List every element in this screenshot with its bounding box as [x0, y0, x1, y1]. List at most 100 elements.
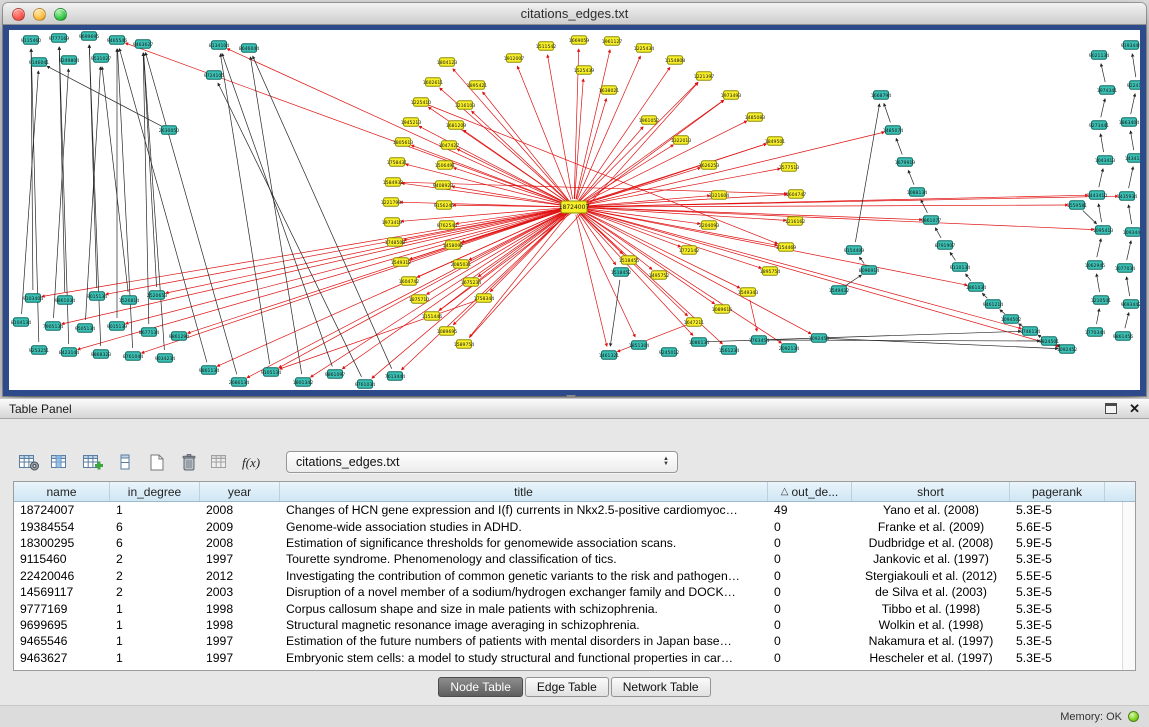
network-node[interactable]: 1559581: [1067, 201, 1088, 210]
tab-edge-table[interactable]: Edge Table: [525, 677, 609, 697]
network-node[interactable]: 9115460: [21, 36, 42, 45]
network-node[interactable]: 1062945: [1085, 261, 1106, 270]
column-header-title[interactable]: title: [280, 482, 768, 501]
network-node[interactable]: 1321604: [709, 191, 730, 200]
network-node[interactable]: 1443410: [1087, 191, 1108, 200]
network-node[interactable]: 9021134: [1089, 51, 1110, 60]
network-node[interactable]: 1961052: [639, 116, 660, 125]
network-node[interactable]: 1895421: [467, 81, 488, 90]
network-node[interactable]: 1435934: [1117, 192, 1138, 201]
network-node[interactable]: 9868323: [91, 350, 112, 359]
network-node[interactable]: 1549343: [738, 288, 759, 297]
network-node[interactable]: 9245012: [659, 348, 680, 357]
table-row[interactable]: 1830029562008Estimation of significance …: [14, 535, 1135, 551]
network-node[interactable]: 1804123: [437, 58, 458, 67]
network-node[interactable]: 1763454: [749, 336, 770, 345]
network-node[interactable]: 1526814: [119, 296, 140, 305]
network-node[interactable]: 9015134: [87, 292, 108, 301]
network-node[interactable]: 1088134: [907, 188, 928, 197]
network-node[interactable]: 1518455: [619, 256, 640, 264]
network-node[interactable]: 7905134: [43, 322, 64, 331]
table-row[interactable]: 946362711997Embryonic stem cells: a mode…: [14, 650, 1135, 666]
network-node[interactable]: 1077034: [1115, 264, 1136, 273]
network-node[interactable]: 1086134: [689, 338, 710, 347]
table-row[interactable]: 1456911722003Disruption of a novel membe…: [14, 584, 1135, 600]
network-node[interactable]: 1434134: [1125, 154, 1140, 163]
network-node[interactable]: 9249804: [59, 56, 80, 65]
network-node[interactable]: 1679919: [895, 158, 916, 167]
network-canvas[interactable]: 1872400718041231602611122541019452131805…: [9, 30, 1140, 390]
network-node[interactable]: 1861034: [966, 283, 987, 292]
network-node[interactable]: 1638021: [599, 86, 620, 95]
network-node[interactable]: 9034234: [155, 354, 176, 363]
network-node[interactable]: 1589754: [454, 340, 475, 349]
network-node[interactable]: 9824501: [1039, 337, 1060, 346]
network-node[interactable]: 9154409: [844, 246, 865, 255]
network-node[interactable]: 1758431: [387, 158, 408, 167]
network-node[interactable]: 1093441: [1123, 228, 1140, 237]
network-node[interactable]: 1561234: [719, 346, 740, 355]
network-node[interactable]: 1851304: [629, 341, 650, 350]
network-node[interactable]: 9408923: [433, 181, 454, 190]
network-node[interactable]: 9861456: [1113, 332, 1134, 341]
network-node[interactable]: 2520653: [147, 291, 168, 300]
network-node[interactable]: 9861077: [921, 216, 942, 225]
network-node[interactable]: 1675234: [461, 278, 482, 287]
network-node[interactable]: 1225410: [411, 98, 432, 107]
network-node[interactable]: 1973419: [382, 218, 403, 227]
network-node[interactable]: 1089695: [437, 327, 458, 336]
network-node[interactable]: 1495752: [649, 271, 670, 280]
network-node[interactable]: 1669059: [569, 36, 590, 45]
network-node[interactable]: 1154469: [776, 243, 797, 252]
network-node[interactable]: 9105134: [261, 368, 282, 377]
network-node[interactable]: 9146041: [29, 58, 50, 67]
network-node[interactable]: 9724105: [204, 71, 225, 80]
network-node[interactable]: 1577513: [779, 163, 800, 172]
network-node[interactable]: 1961127: [602, 37, 623, 46]
network-node[interactable]: 1047427: [439, 141, 460, 150]
network-node[interactable]: 1604747: [786, 190, 807, 199]
network-node[interactable]: 1626253: [699, 161, 720, 170]
column-header-out_degree[interactable]: △out_de...: [768, 482, 852, 501]
network-node[interactable]: 8646044: [239, 44, 260, 53]
network-node[interactable]: 1602611: [423, 78, 444, 87]
network-node[interactable]: 1748508: [385, 238, 406, 247]
network-node[interactable]: 1322013: [671, 136, 692, 145]
column-header-year[interactable]: year: [200, 482, 280, 501]
network-node[interactable]: 1092450: [809, 334, 830, 343]
tab-node-table[interactable]: Node Table: [438, 677, 523, 697]
network-node[interactable]: 1154808: [665, 56, 686, 65]
network-node[interactable]: 9253251: [29, 346, 50, 355]
network-node[interactable]: 1043413: [1095, 156, 1116, 165]
network-node[interactable]: 1647211: [684, 318, 705, 327]
network-node[interactable]: 9505134: [75, 324, 96, 333]
edit-table-icon[interactable]: [78, 449, 108, 475]
zoom-button[interactable]: [54, 8, 67, 21]
network-node[interactable]: 9761034: [355, 380, 376, 389]
network-node[interactable]: 9015139: [107, 322, 128, 331]
table-row[interactable]: 911546021997Tourette syndrome. Phenomeno…: [14, 551, 1135, 567]
network-node[interactable]: 9463627: [133, 40, 154, 49]
network-node[interactable]: 2630050: [159, 126, 180, 135]
table-options-icon[interactable]: [14, 449, 44, 475]
float-panel-icon[interactable]: [1105, 403, 1117, 414]
network-node[interactable]: 9461214: [983, 300, 1004, 309]
function-builder-icon[interactable]: f(x): [238, 449, 268, 475]
table-row[interactable]: 1938455462009Genome-wide association stu…: [14, 518, 1135, 534]
network-node[interactable]: 1092452: [1057, 345, 1078, 354]
network-node[interactable]: 1945213: [401, 118, 422, 127]
network-node[interactable]: 9861034: [55, 296, 76, 305]
network-node[interactable]: 2204093: [699, 221, 720, 230]
network-node[interactable]: 9110134: [950, 263, 971, 272]
delete-table-icon[interactable]: [174, 449, 204, 475]
network-node[interactable]: 8791907: [935, 241, 956, 250]
network-node[interactable]: 1095413: [1093, 226, 1114, 235]
network-hub-node[interactable]: 18724007: [559, 201, 590, 213]
close-panel-icon[interactable]: ✕: [1129, 403, 1140, 414]
network-node[interactable]: 1758344: [474, 294, 495, 303]
network-node[interactable]: 1221397: [694, 72, 715, 81]
network-node[interactable]: 9224134: [1127, 81, 1140, 90]
network-node[interactable]: 2086134: [229, 378, 250, 387]
network-node[interactable]: 1485083: [745, 113, 766, 122]
column-header-pagerank[interactable]: pagerank: [1010, 482, 1105, 501]
